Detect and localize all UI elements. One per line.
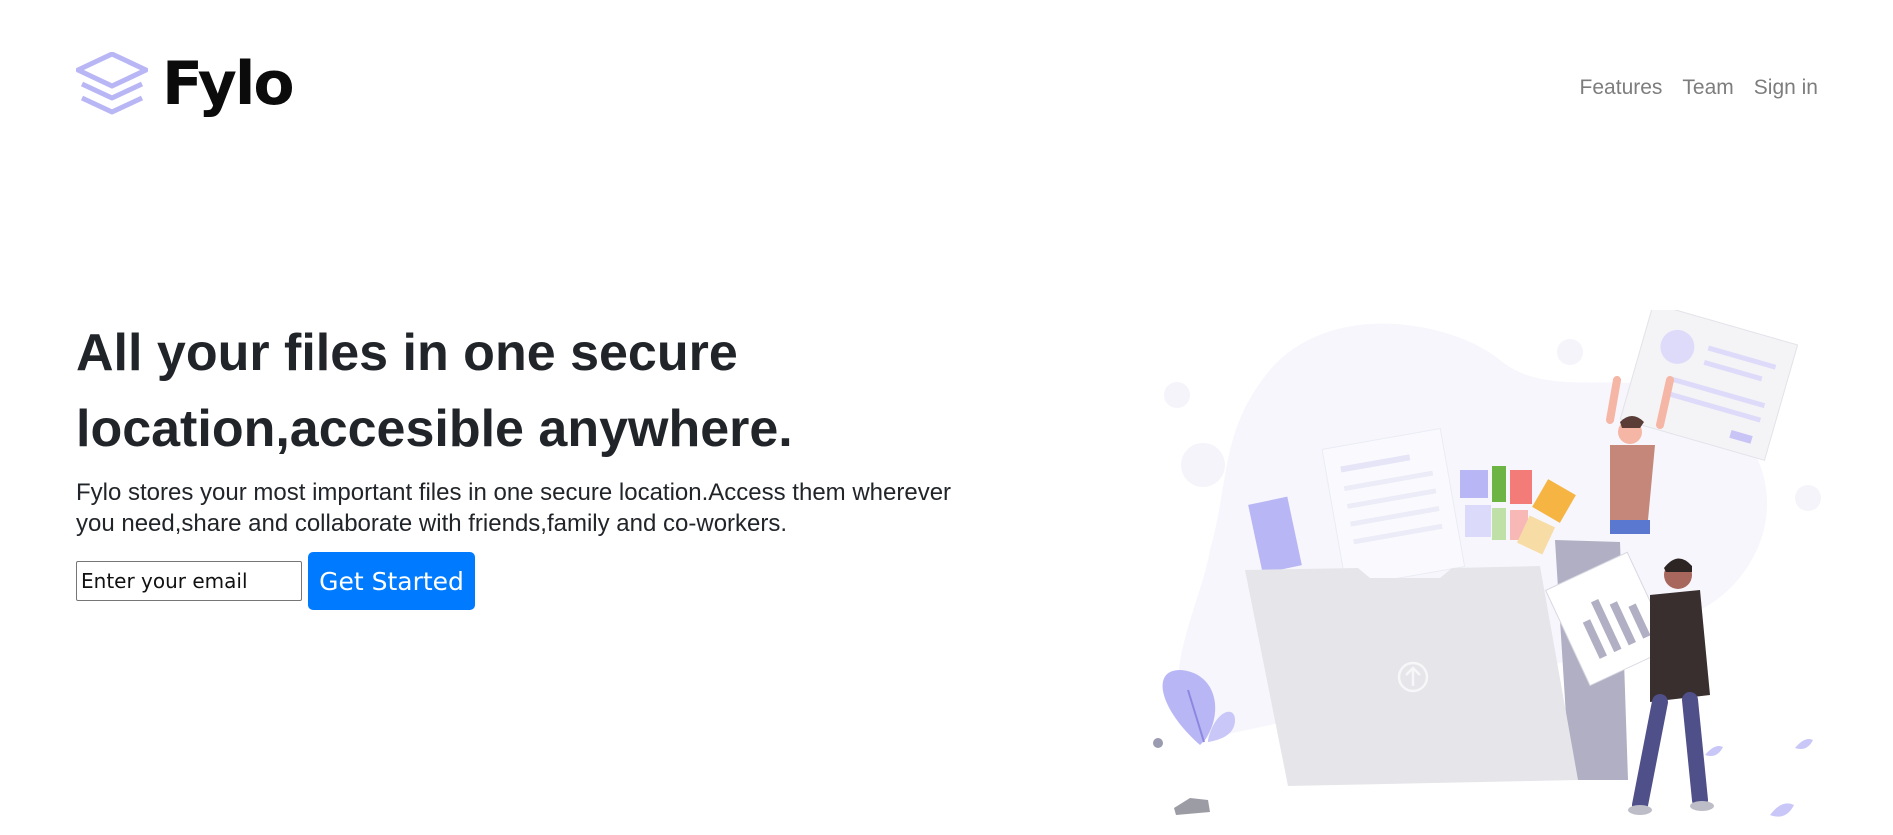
email-input[interactable] <box>76 561 302 601</box>
hero-description: Fylo stores your most important files in… <box>76 479 952 537</box>
logo[interactable]: Fylo <box>76 49 295 119</box>
color-swatch <box>1460 470 1488 498</box>
decor-circle <box>1557 339 1583 365</box>
hero-illustration <box>1153 310 1821 817</box>
color-swatch <box>1510 470 1532 504</box>
nav-link-team[interactable]: Team <box>1682 76 1733 100</box>
layers-icon <box>76 52 148 115</box>
site-header: Fylo Features Team Sign in <box>0 0 1893 170</box>
signup-form: Get Started <box>76 552 976 610</box>
color-swatch <box>1465 505 1491 537</box>
get-started-button[interactable]: Get Started <box>308 552 475 610</box>
hero-title: All your files in one secure location,ac… <box>76 324 793 458</box>
nav-link-sign-in[interactable]: Sign in <box>1754 76 1818 100</box>
decor-circle <box>1181 443 1225 487</box>
decor-circle <box>1795 485 1821 511</box>
leaf <box>1705 746 1723 756</box>
document-sheet <box>1321 428 1466 588</box>
main-nav: Features Team Sign in <box>1560 76 1818 100</box>
color-swatch <box>1492 508 1506 540</box>
color-swatch <box>1492 466 1506 502</box>
leaf <box>1795 739 1813 749</box>
hero-section: All your files in one secure location,ac… <box>76 315 976 610</box>
folder <box>1245 566 1578 786</box>
decor-circle <box>1164 382 1190 408</box>
logo-text: Fylo <box>162 49 295 119</box>
rock <box>1174 798 1210 815</box>
leaf <box>1770 803 1794 817</box>
nav-link-features[interactable]: Features <box>1580 76 1663 100</box>
